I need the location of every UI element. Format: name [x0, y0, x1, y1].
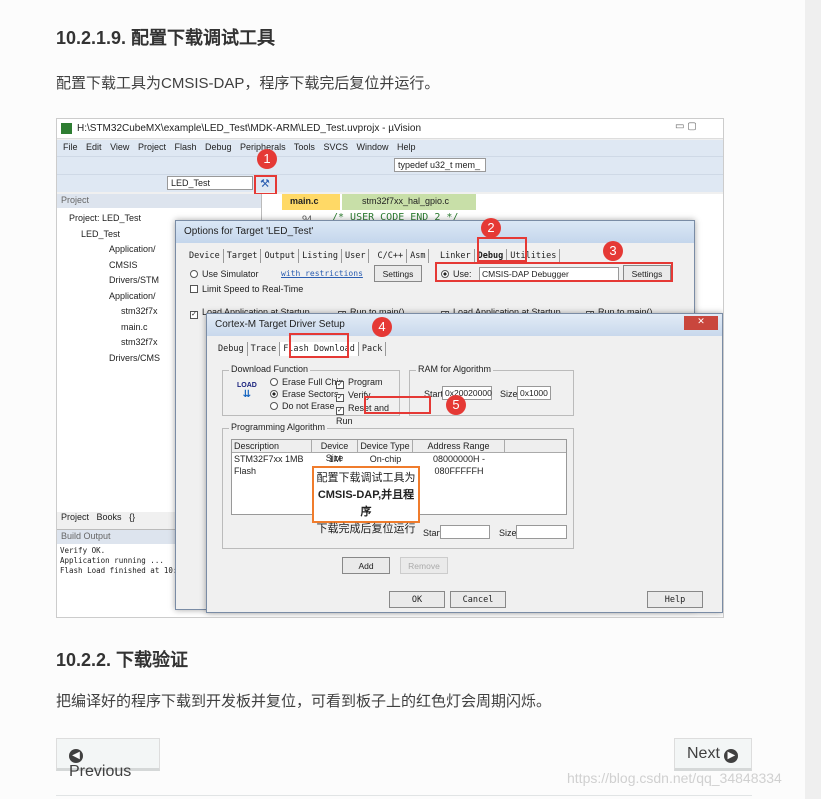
toolbar-2: LED_Test ⚒ [57, 174, 723, 192]
section-text: 把编译好的程序下载到开发板并复位，可看到板子上的红色灯会周期闪烁。 [56, 693, 552, 710]
screenshot-image: H:\STM32CubeMX\example\LED_Test\MDK-ARM\… [56, 118, 724, 618]
watermark: https://blog.csdn.net/qq_34848334 [567, 770, 782, 786]
load-icon: LOAD ⇊ [237, 382, 257, 400]
section-heading: 10.2.1.9. 配置下载调试工具 [56, 28, 276, 48]
arrow-right-circle-icon: ▶ [724, 749, 739, 763]
project-panel-tabs[interactable]: Project Books {} [61, 512, 135, 522]
close-icon[interactable]: ✕ [684, 316, 718, 330]
section-heading: 10.2.2. 下载验证 [56, 650, 189, 670]
divider [56, 795, 752, 796]
driver-setup-dialog: Cortex-M Target Driver Setup ✕ Debug Trac… [206, 313, 723, 613]
window-title: H:\STM32CubeMX\example\LED_Test\MDK-ARM\… [57, 119, 723, 139]
uvision-icon [61, 123, 72, 134]
window-controls: ▭ ▢ [675, 121, 697, 132]
previous-button[interactable]: ◀ Previous [56, 738, 160, 780]
page-scrollbar[interactable] [805, 0, 821, 799]
target-combo[interactable]: LED_Test [167, 176, 253, 190]
callout-note: 配置下载调试工具为 CMSIS-DAP,并且程序 下载完成后复位运行 [312, 466, 420, 535]
section-text: 配置下载工具为CMSIS-DAP，程序下载完后复位并运行。 [56, 75, 440, 92]
next-button[interactable]: Next ▶ [674, 738, 752, 771]
find-combo[interactable]: typedef u32_t mem_ [394, 158, 486, 172]
arrow-left-circle-icon: ◀ [69, 749, 83, 763]
toolbar-1: typedef u32_t mem_ [57, 156, 723, 174]
menu-bar: File Edit View Project Flash Debug Perip… [57, 140, 723, 156]
